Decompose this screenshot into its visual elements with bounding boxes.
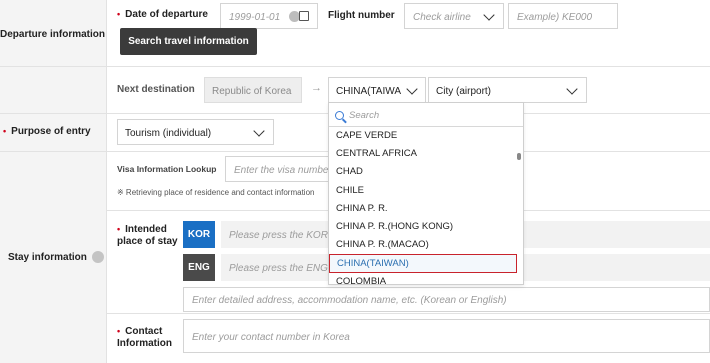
contact-label-wrap: • Contact Information [117, 325, 172, 350]
departure-date-input[interactable]: 1999-01-01 [220, 3, 318, 29]
intended-place-label-line2: place of stay [117, 236, 178, 247]
flight-number-placeholder: Example) KE000 [517, 12, 593, 23]
divider [106, 0, 107, 363]
dropdown-item[interactable]: CHINA P. R.(MACAO) [329, 236, 517, 254]
next-destination-label-cell [0, 66, 106, 113]
departure-section-label: Departure information [0, 29, 106, 40]
dropdown-item[interactable]: CHINA P. R.(HONG KONG) [329, 218, 517, 236]
search-icon-handle [342, 118, 347, 124]
arrow-right-icon: → [311, 82, 322, 94]
divider [106, 313, 710, 314]
visa-note: ※ Retrieving place of residence and cont… [117, 188, 315, 197]
required-mark: • [117, 326, 121, 336]
dropdown-scrollbar-thumb[interactable] [517, 153, 521, 160]
airline-placeholder: Check airline [413, 12, 471, 23]
contact-placeholder: Enter your contact number in Korea [192, 332, 350, 343]
visa-number-placeholder: Enter the visa number [234, 165, 332, 176]
destination-city-value: City (airport) [436, 86, 492, 97]
dropdown-search-placeholder: Search [349, 110, 380, 121]
purpose-of-entry-label: Purpose of entry [11, 126, 91, 137]
chevron-down-icon [566, 83, 578, 95]
required-mark: • [117, 224, 121, 234]
destination-city-select[interactable]: City (airport) [428, 77, 587, 103]
eng-address-button[interactable]: ENG [183, 254, 215, 281]
intended-place-label: Intended [125, 224, 167, 235]
country-dropdown[interactable]: Search CAPE VERDE CENTRAL AFRICA CHAD CH… [328, 102, 524, 285]
destination-country-select[interactable]: CHINA(TAIWA [328, 77, 426, 103]
detailed-address-placeholder: Enter detailed address, accommodation na… [192, 295, 507, 306]
chevron-down-icon [406, 83, 418, 95]
calendar-icon[interactable] [299, 11, 309, 21]
stay-information-label: Stay information [8, 251, 87, 263]
destination-country-value: CHINA(TAIWA [336, 86, 401, 97]
required-mark: • [3, 126, 7, 136]
dropdown-search-box[interactable]: Search [329, 103, 523, 127]
date-of-departure-label: Date of departure [125, 9, 208, 20]
dropdown-item-selected[interactable]: CHINA(TAIWAN) [329, 254, 517, 273]
purpose-value: Tourism (individual) [125, 128, 212, 139]
help-icon[interactable] [91, 251, 104, 263]
dropdown-item[interactable]: CAPE VERDE [329, 127, 517, 145]
contact-input[interactable]: Enter your contact number in Korea [183, 319, 710, 353]
flight-number-input[interactable]: Example) KE000 [508, 3, 618, 29]
visa-lookup-label: Visa Information Lookup [117, 164, 217, 174]
dropdown-item[interactable]: CHILE [329, 182, 517, 200]
dropdown-item[interactable]: CHINA P. R. [329, 200, 517, 218]
departure-date-placeholder: 1999-01-01 [229, 12, 281, 23]
flight-number-label: Flight number [328, 10, 395, 21]
purpose-select[interactable]: Tourism (individual) [117, 119, 274, 145]
eng-address-placeholder: Please press the ENG bu [229, 263, 342, 274]
origin-country-value: Republic of Korea [212, 86, 292, 97]
contact-label-line2: Information [117, 338, 172, 349]
origin-country-field: Republic of Korea [204, 77, 302, 103]
search-travel-info-button[interactable]: Search travel information [120, 28, 257, 55]
detailed-address-input[interactable]: Enter detailed address, accommodation na… [183, 287, 710, 312]
divider [0, 66, 710, 67]
chevron-down-icon [483, 9, 495, 21]
chevron-down-icon [253, 125, 265, 137]
kor-address-placeholder: Please press the KOR bu [229, 230, 342, 241]
dropdown-item[interactable]: CENTRAL AFRICA [329, 145, 517, 163]
dropdown-item[interactable]: CHAD [329, 163, 517, 181]
airline-select[interactable]: Check airline [404, 3, 504, 29]
stay-label-wrap: Stay information [8, 251, 104, 263]
dropdown-item[interactable]: COLOMBIA [329, 273, 517, 285]
date-label-wrap: • Date of departure [117, 9, 208, 20]
contact-label: Contact [125, 326, 163, 337]
kor-address-button[interactable]: KOR [183, 221, 215, 248]
required-mark: • [117, 9, 121, 19]
purpose-label-wrap: • Purpose of entry [3, 126, 91, 137]
visa-number-input[interactable]: Enter the visa number [225, 156, 335, 182]
intended-place-label-wrap: • Intended place of stay [117, 223, 178, 248]
next-destination-label: Next destination [117, 84, 195, 95]
dropdown-list: CAPE VERDE CENTRAL AFRICA CHAD CHILE CHI… [329, 127, 517, 285]
